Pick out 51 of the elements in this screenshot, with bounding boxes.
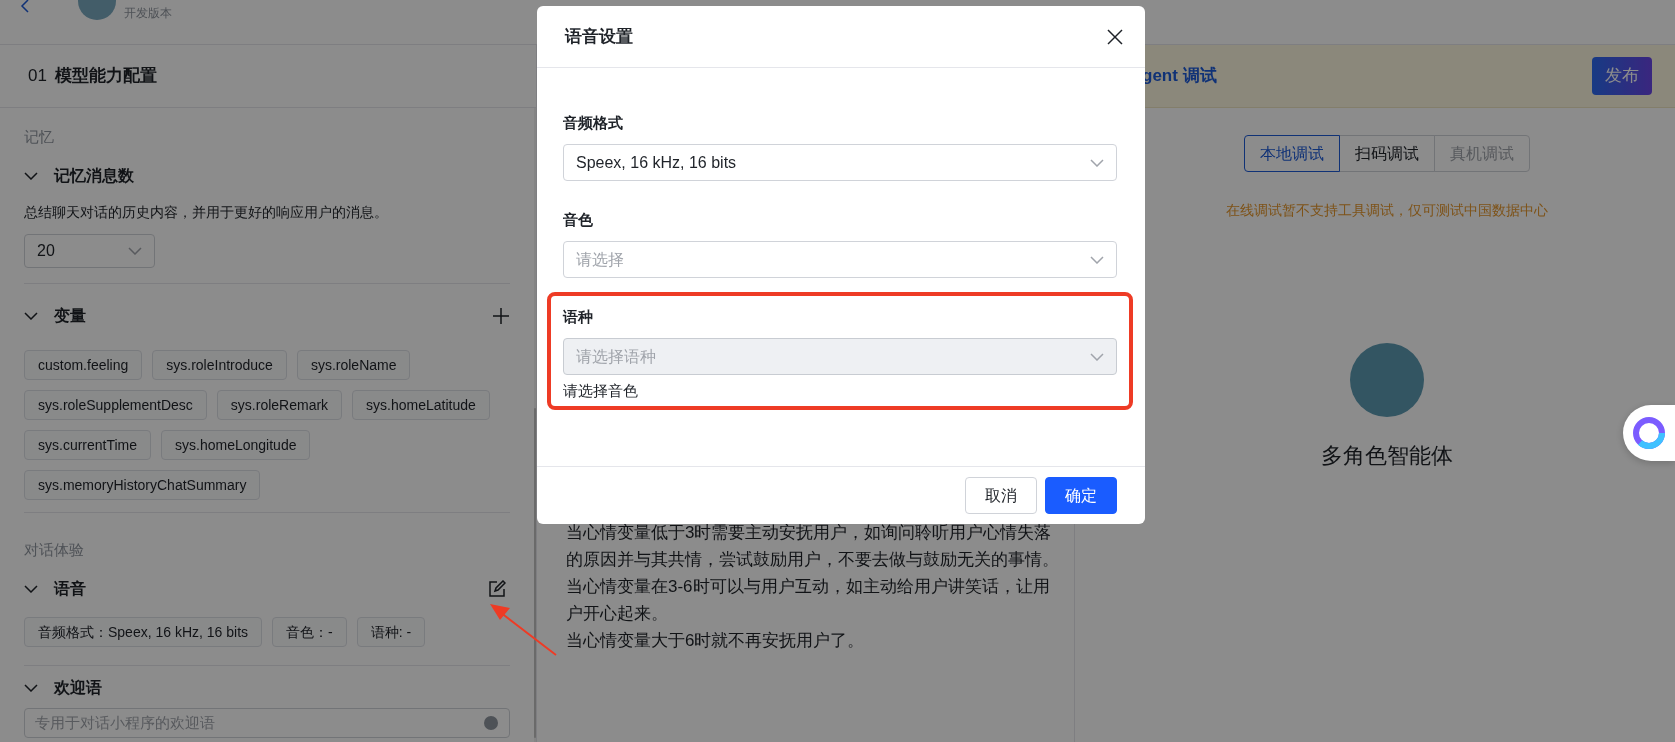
variable-tag: 音色：- [272,617,347,647]
agent-name: 多角色智能体 [1320,442,1454,470]
edit-icon[interactable] [487,580,506,598]
chevron-down-icon[interactable] [24,585,38,593]
variable-tag: custom.feeling [24,350,143,380]
group-label: 记忆 [24,127,55,147]
variable-tag: sys.currentTime [24,430,152,460]
section-description: 总结聊天对话的历史内容，并用于更好的响应用户的消息。 [24,203,389,222]
chevron-down-icon[interactable] [24,312,38,320]
section-title: 欢迎语 [54,678,103,698]
debug-mode-tab[interactable]: 扫码调试 [1338,135,1435,172]
group-label: 对话体验 [24,540,85,560]
variable-tag: sys.roleIntroduce [152,350,287,380]
validation-message: 请选择音色 [563,381,639,401]
section-title: 记忆消息数 [54,166,135,186]
dialog-title: 语音设置 [565,25,633,48]
chevron-down-icon[interactable] [24,684,38,692]
panel-title: 模型能力配置 [54,65,157,88]
floating-assistant-button[interactable] [1623,405,1675,461]
variable-tag: sys.roleRemark [216,390,343,420]
variable-tag: sys.roleName [296,350,411,380]
message-count-select[interactable]: 20 [24,234,155,268]
debug-mode-tab[interactable]: 本地调试 [1243,135,1340,172]
section-title: 变量 [54,306,87,326]
select-field[interactable]: Speex, 16 kHz, 16 bits [563,144,1117,181]
confirm-button[interactable]: 确定 [1045,477,1117,514]
publish-button[interactable]: 发布 [1592,57,1652,95]
plus-icon[interactable] [491,307,510,325]
field-label: 音色 [563,210,594,230]
chevron-down-icon[interactable] [24,172,38,180]
variable-tag: sys.roleSupplementDesc [24,390,207,420]
chevron-down-icon[interactable] [1090,255,1104,264]
field-label: 语种 [563,307,594,327]
variable-tag: sys.memoryHistoryChatSummary [24,470,261,500]
variable-tag: 语种: - [356,617,426,647]
version-label: 开发版本 [124,5,172,22]
variable-tag: 音频格式：Speex, 16 kHz, 16 bits [24,617,263,647]
close-icon[interactable] [1107,28,1123,45]
scrollbar[interactable] [533,108,536,742]
variable-tag: sys.homeLatitude [352,390,490,420]
back-icon[interactable] [20,0,30,14]
select-field: 请选择语种 [563,338,1117,375]
field-label: 音频格式 [563,113,624,133]
variable-tag: sys.homeLongitude [161,430,311,460]
section-title: 语音 [54,579,87,599]
chevron-down-icon[interactable] [1090,158,1104,167]
section-index: 01 [28,65,47,88]
notice-text: 在线调试暂不支持工具调试，仅可测试中国数据中心 [1225,201,1549,220]
prompt-text: 当心情变量低于3时需要主动安抚用户，如询问聆听用户心情失落的原因并与其共情，尝试鼓励用户，不要去做与鼓励无关的事情。 当心情变量在3-6时可以与用户互动，如主动给用户讲笑话，让用户开心起来。 当心情变量大于6时就不再安抚用户了。 [566,522,1060,652]
cancel-button[interactable]: 取消 [965,477,1037,514]
swirl-logo-icon[interactable] [1631,415,1667,451]
